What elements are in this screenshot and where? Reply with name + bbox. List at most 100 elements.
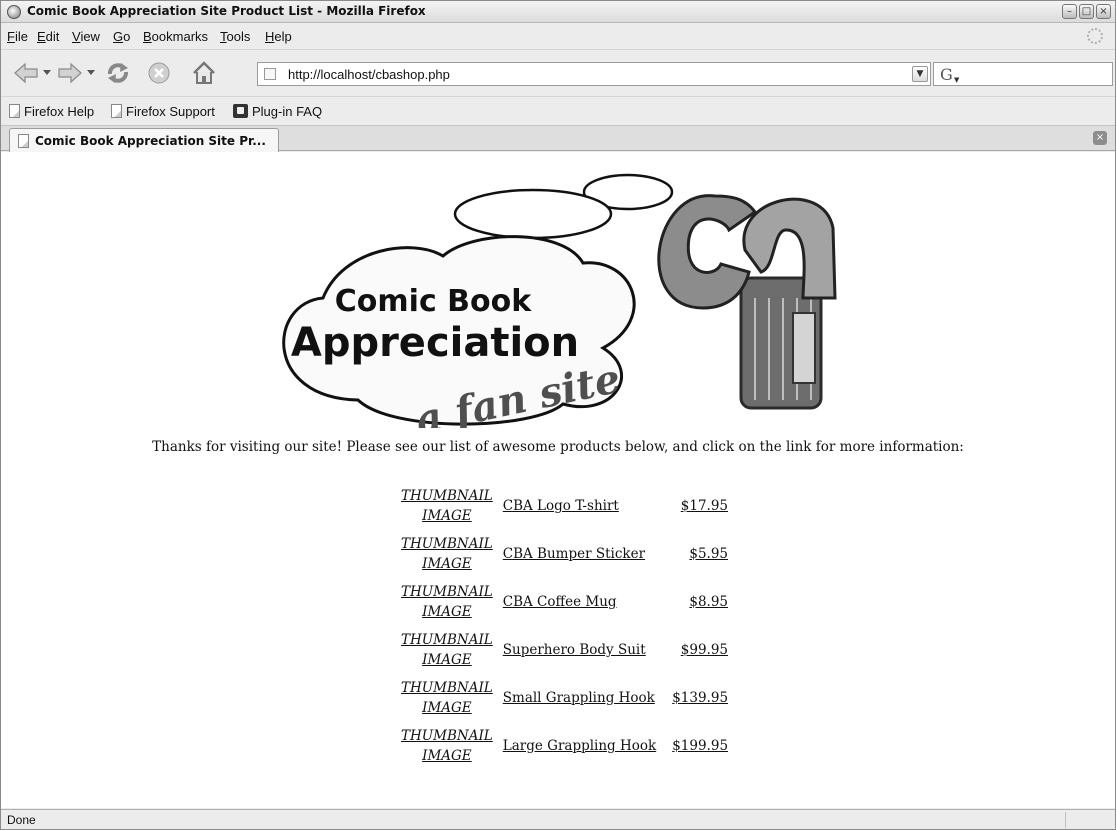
menu-help[interactable]: Help bbox=[265, 29, 292, 44]
cba-logo: Comic Book Appreciation a fan site bbox=[282, 173, 837, 428]
menu-bookmarks-accesskey: B bbox=[143, 29, 152, 44]
bookmark-label: Firefox Support bbox=[126, 103, 215, 119]
thumbnail-link[interactable]: THUMBNAIL IMAGE bbox=[401, 680, 493, 716]
thumbnail-line1: THUMBNAIL bbox=[401, 584, 493, 600]
thumbnail-link[interactable]: THUMBNAIL IMAGE bbox=[401, 584, 493, 620]
menu-file[interactable]: File bbox=[7, 29, 28, 44]
product-price-link[interactable]: $5.95 bbox=[689, 546, 728, 562]
url-history-dropdown-icon[interactable]: ▼ bbox=[912, 66, 928, 82]
logo-line1: Comic Book bbox=[335, 284, 532, 319]
menu-file-accesskey: F bbox=[7, 29, 15, 44]
thumbnail-line2: IMAGE bbox=[422, 556, 472, 572]
forward-dropdown-icon[interactable] bbox=[87, 70, 95, 76]
status-text: Done bbox=[7, 813, 36, 827]
bookmark-firefox-support[interactable]: Firefox Support bbox=[111, 103, 215, 119]
firefox-icon bbox=[7, 5, 21, 19]
menu-bookmarks[interactable]: Bookmarks bbox=[143, 29, 208, 44]
cba-monogram-icon bbox=[657, 194, 837, 410]
product-row: THUMBNAIL IMAGE CBA Coffee Mug $8.95 bbox=[397, 578, 732, 626]
product-row: THUMBNAIL IMAGE Small Grappling Hook $139… bbox=[397, 674, 732, 722]
menu-edit-accesskey: E bbox=[37, 29, 46, 44]
product-name-cell: Large Grappling Hook bbox=[497, 722, 660, 770]
stop-icon[interactable] bbox=[147, 61, 171, 85]
search-engine-icon[interactable]: G bbox=[940, 65, 953, 84]
product-name-cell: CBA Logo T-shirt bbox=[497, 482, 660, 530]
menu-edit[interactable]: Edit bbox=[37, 29, 59, 44]
close-tab-icon[interactable]: × bbox=[1093, 131, 1107, 145]
back-icon[interactable] bbox=[13, 62, 39, 84]
product-row: THUMBNAIL IMAGE CBA Logo T-shirt $17.95 bbox=[397, 482, 732, 530]
thumbnail-line2: IMAGE bbox=[422, 652, 472, 668]
page-content: Comic Book Appreciation a fan site Thank… bbox=[1, 152, 1115, 808]
thumbnail-cell: THUMBNAIL IMAGE bbox=[397, 482, 497, 530]
bookmark-label: Firefox Help bbox=[24, 103, 95, 119]
url-bar[interactable]: http://localhost/cbashop.php ▼ bbox=[257, 62, 931, 86]
menu-view[interactable]: View bbox=[72, 29, 100, 44]
bookmark-firefox-help[interactable]: Firefox Help bbox=[9, 103, 94, 119]
forward-icon[interactable] bbox=[57, 62, 83, 84]
product-name-link[interactable]: Large Grappling Hook bbox=[503, 738, 656, 754]
thumbnail-line1: THUMBNAIL bbox=[401, 680, 493, 696]
product-price-cell: $5.95 bbox=[660, 530, 732, 578]
product-price-link[interactable]: $8.95 bbox=[689, 594, 728, 610]
menu-help-accesskey: H bbox=[265, 29, 275, 44]
menu-help-label: elp bbox=[274, 29, 292, 44]
product-price-link[interactable]: $139.95 bbox=[672, 690, 728, 706]
plugin-icon bbox=[233, 104, 248, 118]
tab-product-list[interactable]: Comic Book Appreciation Site Pr... bbox=[9, 128, 279, 152]
search-engine-dropdown-icon[interactable]: ▼ bbox=[954, 76, 959, 84]
resize-grip[interactable] bbox=[1065, 812, 1111, 828]
product-price-link[interactable]: $199.95 bbox=[672, 738, 728, 754]
menu-go-accesskey: G bbox=[113, 29, 124, 44]
product-price-cell: $199.95 bbox=[660, 722, 732, 770]
thumbnail-line1: THUMBNAIL bbox=[401, 488, 493, 504]
product-price-link[interactable]: $17.95 bbox=[681, 498, 728, 514]
thumbnail-link[interactable]: THUMBNAIL IMAGE bbox=[401, 488, 493, 524]
thumbnail-line2: IMAGE bbox=[422, 700, 472, 716]
product-name-cell: CBA Bumper Sticker bbox=[497, 530, 660, 578]
maximize-icon[interactable]: □ bbox=[1079, 4, 1094, 19]
tab-strip: Comic Book Appreciation Site Pr... × bbox=[1, 125, 1115, 152]
window-title: Comic Book Appreciation Site Product Lis… bbox=[27, 4, 426, 18]
thumbnail-line2: IMAGE bbox=[422, 508, 472, 524]
product-name-cell: CBA Coffee Mug bbox=[497, 578, 660, 626]
browser-window: Comic Book Appreciation Site Product Lis… bbox=[0, 0, 1116, 830]
reload-icon[interactable] bbox=[105, 60, 131, 86]
search-bar[interactable]: G ▼ bbox=[933, 62, 1113, 86]
title-bar: Comic Book Appreciation Site Product Lis… bbox=[1, 1, 1115, 23]
thumbnail-link[interactable]: THUMBNAIL IMAGE bbox=[401, 728, 493, 764]
product-price-cell: $17.95 bbox=[660, 482, 732, 530]
bookmarks-toolbar: Firefox Help Firefox Support Plug-in FAQ bbox=[1, 96, 1115, 124]
product-name-link[interactable]: CBA Bumper Sticker bbox=[503, 546, 645, 562]
product-row: THUMBNAIL IMAGE CBA Bumper Sticker $5.95 bbox=[397, 530, 732, 578]
product-price-cell: $139.95 bbox=[660, 674, 732, 722]
product-table: THUMBNAIL IMAGE CBA Logo T-shirt $17.95 T… bbox=[397, 482, 732, 770]
thumbnail-link[interactable]: THUMBNAIL IMAGE bbox=[401, 536, 493, 572]
product-price-cell: $8.95 bbox=[660, 578, 732, 626]
menu-go-label: o bbox=[123, 29, 131, 44]
url-text[interactable]: http://localhost/cbashop.php bbox=[288, 67, 450, 82]
window-controls: – □ × bbox=[1062, 4, 1111, 19]
thumbnail-link[interactable]: THUMBNAIL IMAGE bbox=[401, 632, 493, 668]
product-name-cell: Superhero Body Suit bbox=[497, 626, 660, 674]
thumbnail-cell: THUMBNAIL IMAGE bbox=[397, 530, 497, 578]
minimize-icon[interactable]: – bbox=[1062, 4, 1077, 19]
product-name-cell: Small Grappling Hook bbox=[497, 674, 660, 722]
product-name-link[interactable]: CBA Coffee Mug bbox=[503, 594, 617, 610]
product-price-cell: $99.95 bbox=[660, 626, 732, 674]
throbber-icon bbox=[1087, 28, 1103, 44]
product-name-link[interactable]: Superhero Body Suit bbox=[503, 642, 646, 658]
product-row: THUMBNAIL IMAGE Superhero Body Suit $99.9… bbox=[397, 626, 732, 674]
thumbnail-line1: THUMBNAIL bbox=[401, 632, 493, 648]
back-dropdown-icon[interactable] bbox=[43, 70, 51, 76]
close-icon[interactable]: × bbox=[1096, 4, 1111, 19]
menu-go[interactable]: Go bbox=[113, 29, 130, 44]
menu-tools[interactable]: Tools bbox=[220, 29, 250, 44]
product-name-link[interactable]: CBA Logo T-shirt bbox=[503, 498, 619, 514]
product-name-link[interactable]: Small Grappling Hook bbox=[503, 690, 655, 706]
product-price-link[interactable]: $99.95 bbox=[681, 642, 728, 658]
thumbnail-cell: THUMBNAIL IMAGE bbox=[397, 626, 497, 674]
menu-tools-label: ools bbox=[226, 29, 251, 44]
home-icon[interactable] bbox=[191, 60, 217, 86]
bookmark-plugin-faq[interactable]: Plug-in FAQ bbox=[233, 103, 322, 119]
